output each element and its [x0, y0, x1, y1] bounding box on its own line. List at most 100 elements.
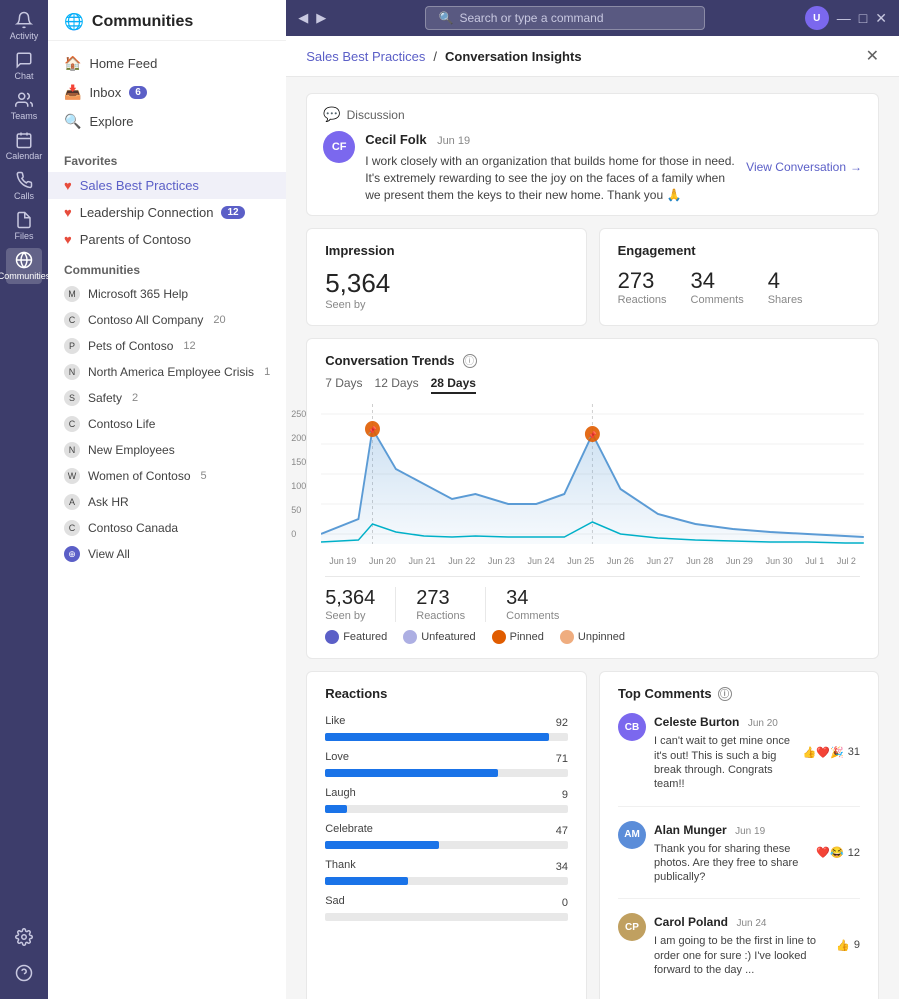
legend-unpinned: Unpinned: [560, 630, 625, 644]
sidebar-item-parents-of-contoso[interactable]: ♥ Parents of Contoso: [48, 226, 286, 253]
sidebar-item-sales-best-practices[interactable]: ♥ Sales Best Practices: [48, 172, 286, 199]
impression-label: Impression: [325, 243, 567, 258]
legend-featured: Featured: [325, 630, 387, 644]
maximize-button[interactable]: □: [859, 10, 867, 26]
comment-reactions-2: ❤️😂12: [816, 821, 860, 885]
comment-body-2: Alan Munger Jun 19 Thank you for sharing…: [654, 821, 808, 885]
heart-icon-2: ♥: [64, 205, 72, 220]
sidebar-item-home-feed[interactable]: 🏠 Home Feed: [48, 49, 286, 78]
sidebar-item-leadership-connection[interactable]: ♥ Leadership Connection 12: [48, 199, 286, 226]
sidebar-item-ask-hr[interactable]: A Ask HR: [48, 489, 286, 515]
nav-icon-communities[interactable]: Communities: [6, 248, 42, 284]
nav-icon-teams[interactable]: Teams: [6, 88, 42, 124]
tab-28-days[interactable]: 28 Days: [431, 376, 476, 394]
chart-legend: Featured Unfeatured Pinned Unpinned: [325, 630, 860, 644]
heart-icon-3: ♥: [64, 232, 72, 247]
comments-stat: 34 Comments: [691, 268, 744, 306]
close-button[interactable]: ✕: [875, 10, 887, 27]
post-info: Cecil Folk Jun 19 I work closely with an…: [365, 131, 736, 203]
community-icon: C: [64, 416, 80, 432]
sidebar-item-new-employees[interactable]: N New Employees: [48, 437, 286, 463]
trend-header: Conversation Trends ⓘ: [325, 353, 860, 368]
shares-stat: 4 Shares: [768, 268, 803, 306]
reaction-sad: Sad 0: [325, 895, 568, 921]
community-icon: P: [64, 338, 80, 354]
sidebar-menu: 🏠 Home Feed 📥 Inbox 6 🔍 Explore: [48, 41, 286, 144]
comment-reactions-1: 👍❤️🎉31: [803, 713, 860, 791]
comment-body-1: Celeste Burton Jun 20 I can't wait to ge…: [654, 713, 795, 791]
nav-icon-files[interactable]: Files: [6, 208, 42, 244]
breadcrumb: Sales Best Practices / Conversation Insi…: [306, 49, 581, 64]
home-icon: 🏠: [64, 55, 81, 72]
sidebar-item-safety[interactable]: S Safety 2: [48, 385, 286, 411]
trend-info-icon[interactable]: ⓘ: [463, 354, 477, 368]
nav-icon-calls[interactable]: Calls: [6, 168, 42, 204]
sidebar-item-contoso-canada[interactable]: C Contoso Canada: [48, 515, 286, 541]
community-icon: N: [64, 364, 80, 380]
impression-sub: Seen by: [325, 299, 567, 311]
user-avatar[interactable]: U: [805, 6, 829, 30]
legend-unfeatured: Unfeatured: [403, 630, 475, 644]
sidebar-item-view-all[interactable]: ⊕ View All: [48, 541, 286, 567]
nav-icon-bar: Activity Chat Teams Calendar Calls Files…: [0, 0, 48, 999]
comment-reactions-3: 👍9: [836, 913, 860, 977]
community-icon: W: [64, 468, 80, 484]
sidebar-item-inbox[interactable]: 📥 Inbox 6: [48, 78, 286, 107]
community-icon: N: [64, 442, 80, 458]
ts-comments: 34 Comments: [506, 587, 579, 622]
sidebar-item-contoso-all-company[interactable]: C Contoso All Company 20: [48, 307, 286, 333]
community-icon: M: [64, 286, 80, 302]
communities-icon: 🌐: [64, 12, 84, 32]
view-conversation-button[interactable]: View Conversation →: [746, 160, 862, 174]
favorites-label: Favorites: [48, 144, 286, 172]
trend-chart-svg: 📌 📌: [321, 404, 864, 554]
panel-close-button[interactable]: ✕: [866, 46, 879, 66]
community-icon: S: [64, 390, 80, 406]
sidebar-item-pets-of-contoso[interactable]: P Pets of Contoso 12: [48, 333, 286, 359]
sidebar-item-microsoft365[interactable]: M Microsoft 365 Help: [48, 281, 286, 307]
comments-info-icon[interactable]: ⓘ: [718, 687, 732, 701]
community-icon: C: [64, 312, 80, 328]
nav-icon-calendar[interactable]: Calendar: [6, 128, 42, 164]
nav-icon-chat[interactable]: Chat: [6, 48, 42, 84]
forward-button[interactable]: ▶: [316, 10, 326, 26]
sidebar-title: Communities: [92, 13, 193, 31]
search-bar[interactable]: 🔍 Search or type a command: [425, 6, 705, 30]
comment-avatar-2: AM: [618, 821, 646, 849]
trend-card: Conversation Trends ⓘ 7 Days 12 Days 28 …: [306, 338, 879, 659]
tab-7-days[interactable]: 7 Days: [325, 376, 362, 394]
reactions-title: Reactions: [325, 686, 568, 701]
engagement-stats: 273 Reactions 34 Comments 4 Shares: [618, 268, 860, 306]
reaction-thank: Thank 34: [325, 859, 568, 885]
ts-reactions: 273 Reactions: [416, 587, 486, 622]
heart-icon: ♥: [64, 178, 72, 193]
sidebar-item-contoso-life[interactable]: C Contoso Life: [48, 411, 286, 437]
nav-icon-settings[interactable]: [6, 919, 42, 955]
discussion-icon: 💬: [323, 106, 340, 123]
impression-card: Impression 5,364 Seen by: [306, 228, 586, 326]
minimize-button[interactable]: —: [837, 10, 851, 26]
top-icons: U — □ ✕: [805, 6, 887, 30]
comment-avatar-3: CP: [618, 913, 646, 941]
community-icon: A: [64, 494, 80, 510]
comment-body-3: Carol Poland Jun 24 I am going to be the…: [654, 913, 828, 977]
comment-item-1: CB Celeste Burton Jun 20 I can't wait to…: [618, 713, 860, 806]
search-icon: 🔍: [438, 11, 453, 25]
reactions-card: Reactions Like 92 Love 71: [306, 671, 587, 999]
tab-12-days[interactable]: 12 Days: [375, 376, 419, 394]
sidebar-header: 🌐 Communities: [48, 0, 286, 41]
post-date: Jun 19: [437, 135, 470, 147]
top-comments-title: Top Comments ⓘ: [618, 686, 860, 701]
post-avatar: CF: [323, 131, 355, 163]
nav-icon-activity[interactable]: Activity: [6, 8, 42, 44]
trend-title: Conversation Trends: [325, 353, 454, 368]
sidebar-item-na-employee-crisis[interactable]: N North America Employee Crisis 1: [48, 359, 286, 385]
post-content: CF Cecil Folk Jun 19 I work closely with…: [323, 131, 862, 203]
back-button[interactable]: ◀: [298, 10, 308, 26]
nav-icon-help[interactable]: [6, 955, 42, 991]
sidebar-item-explore[interactable]: 🔍 Explore: [48, 107, 286, 136]
panel-body: 💬 Discussion CF Cecil Folk Jun 19 I work…: [286, 77, 899, 999]
sidebar-item-women-of-contoso[interactable]: W Women of Contoso 5: [48, 463, 286, 489]
panel: Sales Best Practices / Conversation Insi…: [286, 36, 899, 999]
top-bar: ◀ ▶ 🔍 Search or type a command U — □ ✕: [286, 0, 899, 36]
